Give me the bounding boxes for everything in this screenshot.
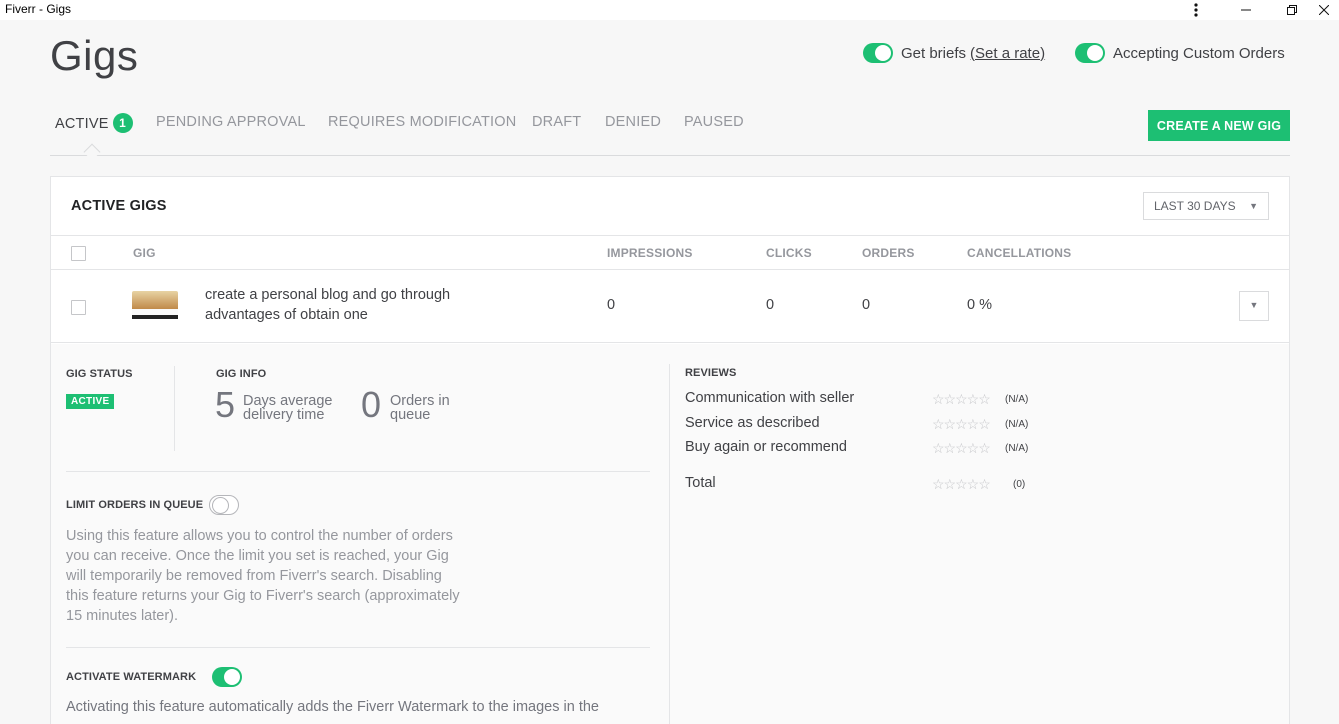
row-checkbox[interactable] — [71, 300, 86, 315]
review-total-value: (0) — [1013, 479, 1026, 490]
chevron-down-icon: ▼ — [1249, 300, 1259, 310]
tab-active-label: ACTIVE — [55, 115, 109, 132]
page-title: Gigs — [50, 32, 139, 79]
window-title: Fiverr - Gigs — [5, 2, 71, 16]
close-icon[interactable] — [1309, 0, 1339, 20]
restore-icon[interactable] — [1272, 0, 1312, 20]
tab-denied[interactable]: DENIED — [605, 114, 661, 130]
review-recommend-value: (N/A) — [1005, 443, 1029, 454]
delivery-days: 5 — [215, 384, 236, 425]
col-impressions: IMPRESSIONS — [607, 246, 693, 260]
watermark-heading: ACTIVATE WATERMARK — [66, 671, 197, 683]
limit-orders-heading: LIMIT ORDERS IN QUEUE — [66, 499, 204, 511]
col-gig: GIG — [133, 246, 156, 260]
get-briefs-toggle[interactable] — [863, 43, 893, 63]
set-rate-link[interactable]: (Set a rate) — [970, 45, 1045, 62]
reviews-heading: REVIEWS — [685, 367, 737, 379]
tab-requires-modification[interactable]: REQUIRES MODIFICATION — [328, 114, 516, 130]
panel-header: ACTIVE GIGS LAST 30 DAYS ▼ — [51, 177, 1289, 236]
tab-pending-approval[interactable]: PENDING APPROVAL — [156, 114, 306, 130]
chevron-down-icon: ▼ — [1249, 201, 1258, 211]
create-new-gig-button[interactable]: CREATE A NEW GIG — [1148, 110, 1290, 141]
col-clicks: CLICKS — [766, 246, 812, 260]
review-service-value: (N/A) — [1005, 419, 1029, 430]
star-rating-icon: ☆☆☆☆☆ — [932, 416, 991, 432]
col-cancellations: CANCELLATIONS — [967, 246, 1072, 260]
more-vertical-icon[interactable] — [1176, 0, 1216, 20]
review-recommend-label: Buy again or recommend — [685, 439, 847, 455]
minimize-icon[interactable] — [1226, 0, 1266, 20]
select-all-checkbox[interactable] — [71, 246, 86, 261]
custom-orders-label: Accepting Custom Orders — [1113, 44, 1285, 62]
star-rating-icon: ☆☆☆☆☆ — [932, 476, 991, 492]
get-briefs-setting: Get briefs (Set a rate) — [863, 43, 1045, 63]
gig-impressions: 0 — [607, 297, 616, 313]
gig-thumbnail[interactable] — [132, 291, 178, 323]
review-service-label: Service as described — [685, 415, 820, 431]
queue-label: Orders in queue — [390, 393, 450, 423]
tab-draft[interactable]: DRAFT — [532, 114, 581, 130]
limit-orders-description: Using this feature allows you to control… — [66, 528, 460, 624]
divider — [66, 647, 650, 648]
star-rating-icon: ☆☆☆☆☆ — [932, 440, 991, 456]
gig-orders: 0 — [862, 297, 871, 313]
limit-orders-toggle[interactable] — [209, 495, 240, 515]
row-actions-button[interactable]: ▼ — [1239, 291, 1269, 321]
panel-title: ACTIVE GIGS — [71, 198, 167, 214]
tab-paused[interactable]: PAUSED — [684, 114, 744, 130]
window-titlebar: Fiverr - Gigs — [0, 0, 1339, 20]
divider — [174, 366, 175, 451]
watermark-setting: ACTIVATE WATERMARK — [66, 667, 243, 687]
tab-active[interactable]: ACTIVE 1 — [55, 113, 133, 134]
date-range-value: LAST 30 DAYS — [1154, 199, 1236, 213]
active-gigs-panel: ACTIVE GIGS LAST 30 DAYS ▼ GIG IMPRESSIO… — [50, 176, 1290, 724]
orders-in-queue: 0 — [361, 384, 382, 425]
gig-status-tabs: ACTIVE 1 PENDING APPROVAL REQUIRES MODIFI… — [50, 110, 1290, 161]
gig-status-heading: GIG STATUS — [66, 368, 133, 380]
watermark-toggle[interactable] — [212, 667, 243, 687]
gig-clicks: 0 — [766, 297, 775, 313]
gig-title[interactable]: create a personal blog and go through ad… — [205, 285, 495, 325]
custom-orders-toggle[interactable] — [1075, 43, 1105, 63]
review-communication-label: Communication with seller — [685, 390, 855, 406]
limit-orders-setting: LIMIT ORDERS IN QUEUE — [66, 495, 240, 515]
custom-orders-setting: Accepting Custom Orders — [1075, 43, 1285, 63]
delivery-label: Days average delivery time — [243, 393, 333, 423]
date-range-select[interactable]: LAST 30 DAYS ▼ — [1143, 192, 1269, 220]
divider — [66, 471, 650, 472]
get-briefs-label: Get briefs — [901, 44, 967, 62]
review-total-label: Total — [685, 475, 716, 491]
star-rating-icon: ☆☆☆☆☆ — [932, 391, 991, 407]
watermark-description: Activating this feature automatically ad… — [66, 699, 599, 715]
review-communication-value: (N/A) — [1005, 394, 1029, 405]
status-badge: ACTIVE — [66, 394, 115, 409]
gig-details: GIG STATUS ACTIVE GIG INFO 5 Days averag… — [51, 344, 1289, 724]
active-tab-indicator — [83, 143, 101, 161]
active-count-badge: 1 — [112, 113, 133, 133]
gig-cancellations: 0 % — [967, 297, 992, 313]
gig-info-heading: GIG INFO — [216, 368, 267, 380]
table-header: GIG IMPRESSIONS CLICKS ORDERS CANCELLATI… — [51, 237, 1289, 270]
col-orders: ORDERS — [862, 246, 915, 260]
divider — [669, 364, 670, 724]
table-row[interactable]: create a personal blog and go through ad… — [51, 271, 1289, 343]
